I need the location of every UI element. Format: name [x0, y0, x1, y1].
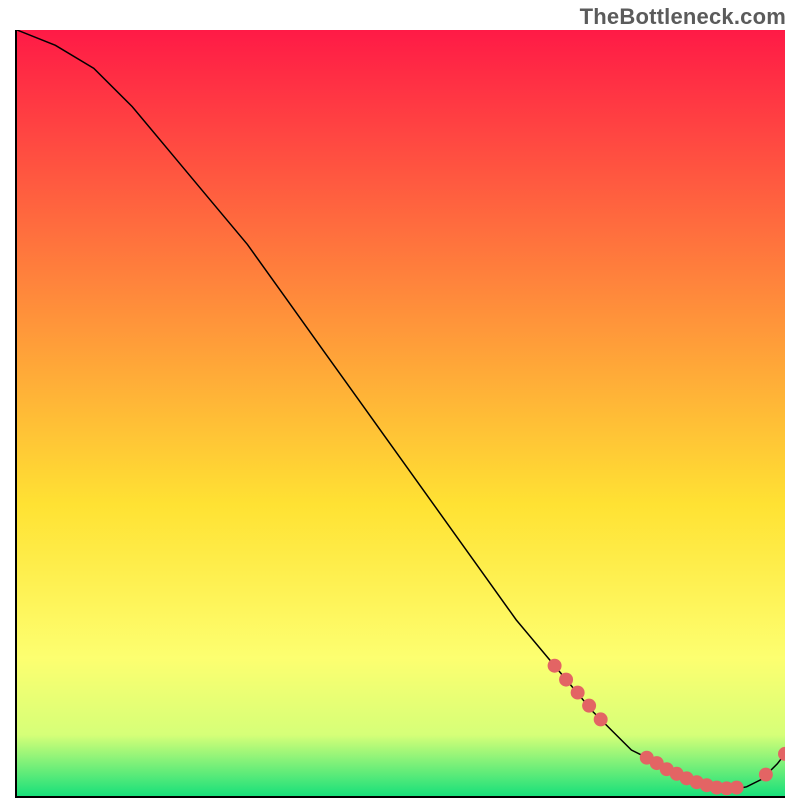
watermark-text: TheBottleneck.com — [580, 4, 786, 30]
chart-stage: TheBottleneck.com — [0, 0, 800, 800]
gradient-background — [17, 30, 785, 796]
plot-area — [15, 30, 785, 798]
